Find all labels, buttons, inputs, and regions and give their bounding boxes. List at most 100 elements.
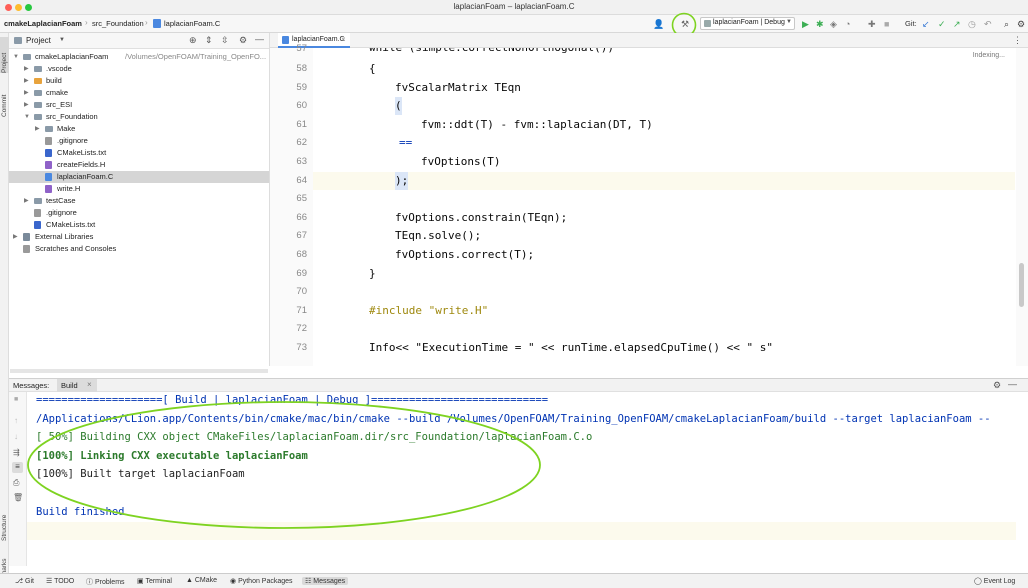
stop-icon[interactable]: ■ (884, 19, 889, 29)
close-tab-icon[interactable]: × (87, 380, 92, 389)
file-cmake-icon (45, 149, 52, 157)
event-log-icon: ◯ (974, 578, 984, 585)
tree-item[interactable]: ▶ External Libraries (9, 231, 269, 243)
breadcrumb-folder[interactable]: src_Foundation (92, 19, 144, 28)
chevron-right-icon[interactable]: ▶ (13, 231, 18, 243)
tree-item[interactable]: ▶ Make (9, 123, 269, 135)
chevron-right-icon[interactable]: ▶ (24, 75, 29, 87)
chevron-right-icon[interactable]: ▶ (24, 99, 29, 111)
collapse-all-icon[interactable]: ⇳ (221, 35, 229, 46)
debug-icon[interactable]: ✱ (816, 19, 824, 29)
line-number: 64 (296, 174, 307, 186)
attach-icon[interactable]: ✚ (868, 19, 876, 29)
editor-scrollbar[interactable] (1016, 48, 1028, 366)
search-icon[interactable]: ⌕ (1004, 19, 1009, 29)
history-icon[interactable]: ◷ (968, 19, 976, 29)
project-panel-title[interactable]: Project (26, 36, 51, 45)
commit-tool-tab[interactable]: Commit (0, 81, 9, 117)
tree-item[interactable]: laplacianFoam.C (9, 171, 269, 183)
line-number: 60 (296, 100, 307, 112)
chevron-down-icon[interactable]: ▼ (13, 51, 19, 63)
tree-item[interactable]: createFields.H (9, 159, 269, 171)
git-tool-tab[interactable]: ⎇ Git (15, 577, 34, 585)
line-number: 58 (296, 63, 307, 74)
expand-all-icon[interactable]: ⇕ (205, 35, 213, 46)
git-update-icon[interactable]: ↙ (922, 19, 930, 29)
hide-panel-icon[interactable]: — (1008, 379, 1017, 389)
more-options-icon[interactable]: ⋮ (1013, 35, 1022, 46)
indexing-status: Indexing... (972, 52, 1005, 59)
chevron-right-icon[interactable]: ▶ (24, 195, 29, 207)
tree-item-label: src_ESI (46, 100, 73, 109)
line-number: 72 (296, 323, 307, 335)
structure-tool-tab[interactable]: Structure (0, 501, 9, 541)
line-number: 65 (296, 193, 307, 205)
rollback-icon[interactable]: ↶ (984, 19, 992, 29)
chevron-down-icon[interactable]: ▼ (59, 37, 65, 43)
print-icon[interactable]: ⎙ (13, 478, 19, 488)
todo-tool-tab[interactable]: ☰ TODO (46, 577, 74, 585)
tree-item[interactable]: Scratches and Consoles (9, 243, 269, 255)
tree-item[interactable]: ▶ build (9, 75, 269, 87)
code-line: fvm::ddt(T) - fvm::laplacian(DT, T) (421, 117, 653, 131)
chevron-right-icon[interactable]: ▶ (24, 87, 29, 99)
chevron-right-icon[interactable]: ▶ (24, 63, 29, 75)
python-packages-tool-tab[interactable]: ◉ Python Packages (230, 577, 293, 585)
gear-icon[interactable]: ⚙ (993, 380, 1001, 391)
up-arrow-icon[interactable]: ↑ (14, 416, 18, 425)
tree-item-label: .gitignore (57, 136, 88, 145)
tree-item[interactable]: ▼ src_Foundation (9, 111, 269, 123)
locate-file-icon[interactable]: ⊕ (189, 35, 197, 46)
chevron-right-icon[interactable]: ▶ (35, 123, 40, 135)
code-editor[interactable]: Indexing... while (simple.correctNonOrth… (313, 48, 1015, 366)
tree-item[interactable]: .gitignore (9, 135, 269, 147)
gear-icon[interactable]: ⚙ (239, 35, 247, 46)
cmake-tool-tab[interactable]: ▲ CMake (186, 577, 217, 584)
stop-build-icon[interactable]: ■ (14, 396, 18, 403)
tree-item[interactable]: ▶ testCase (9, 195, 269, 207)
git-commit-icon[interactable]: ✓ (938, 19, 946, 29)
tree-item[interactable]: CMakeLists.txt (9, 147, 269, 159)
profile-icon[interactable]: ◔ (845, 19, 850, 29)
project-horizontal-scrollbar[interactable] (10, 369, 268, 373)
breadcrumb-file[interactable]: laplacianFoam.C (164, 19, 220, 28)
breadcrumb-project[interactable]: cmakeLaplacianFoam (4, 19, 82, 28)
tree-item[interactable]: ▼ cmakeLaplacianFoam/Volumes/OpenFOAM/Tra… (9, 51, 269, 63)
line-number: 66 (296, 211, 307, 223)
problems-tool-tab[interactable]: ⓘ Problems (86, 577, 125, 587)
scrollbar-thumb[interactable] (1019, 263, 1024, 307)
event-log-button[interactable]: ◯ Event Log (974, 577, 1015, 585)
coverage-icon[interactable]: ◈ (830, 19, 837, 29)
run-icon[interactable]: ▶ (802, 19, 809, 29)
file-c-icon (45, 173, 52, 181)
chevron-down-icon[interactable]: ▼ (24, 111, 30, 123)
tree-item-label: Make (57, 124, 76, 133)
tab-build[interactable]: Build × (57, 379, 97, 392)
close-tab-icon[interactable]: × (341, 35, 346, 44)
user-icon[interactable]: 👤 (653, 19, 664, 29)
settings-icon[interactable]: ⚙ (1017, 19, 1025, 29)
soft-wrap-icon[interactable]: ⇶ (13, 448, 20, 457)
line-number: 68 (296, 249, 307, 260)
messages-tool-tab[interactable]: ☷ Messages (302, 577, 349, 585)
tree-item[interactable]: .gitignore (9, 207, 269, 219)
git-push-icon[interactable]: ↗ (953, 19, 961, 29)
hide-panel-icon[interactable]: — (255, 34, 264, 44)
tree-item[interactable]: ▶ src_ESI (9, 99, 269, 111)
tab-laplacianfoam-c[interactable]: laplacianFoam.C × (278, 33, 350, 48)
tree-item[interactable]: ▶ .vscode (9, 63, 269, 75)
terminal-tool-tab[interactable]: ▣ Terminal (137, 577, 172, 585)
tree-item[interactable]: CMakeLists.txt (9, 219, 269, 231)
run-configuration-select[interactable]: laplacianFoam | Debug ▼ (700, 17, 795, 30)
messages-panel-header: Messages: Build × ⚙ — (9, 378, 1028, 392)
project-tool-tab[interactable]: Project (0, 37, 9, 73)
tree-item-label: cmake (46, 88, 69, 97)
line-number: 63 (296, 156, 307, 167)
code-line: fvOptions.constrain(TEqn); (395, 210, 568, 224)
down-arrow-icon[interactable]: ↓ (14, 432, 18, 441)
file-h-icon (45, 161, 52, 169)
line-number: 59 (296, 81, 307, 93)
tab-label: laplacianFoam.C (292, 36, 345, 43)
tree-item[interactable]: write.H (9, 183, 269, 195)
tree-item[interactable]: ▶ cmake (9, 87, 269, 99)
